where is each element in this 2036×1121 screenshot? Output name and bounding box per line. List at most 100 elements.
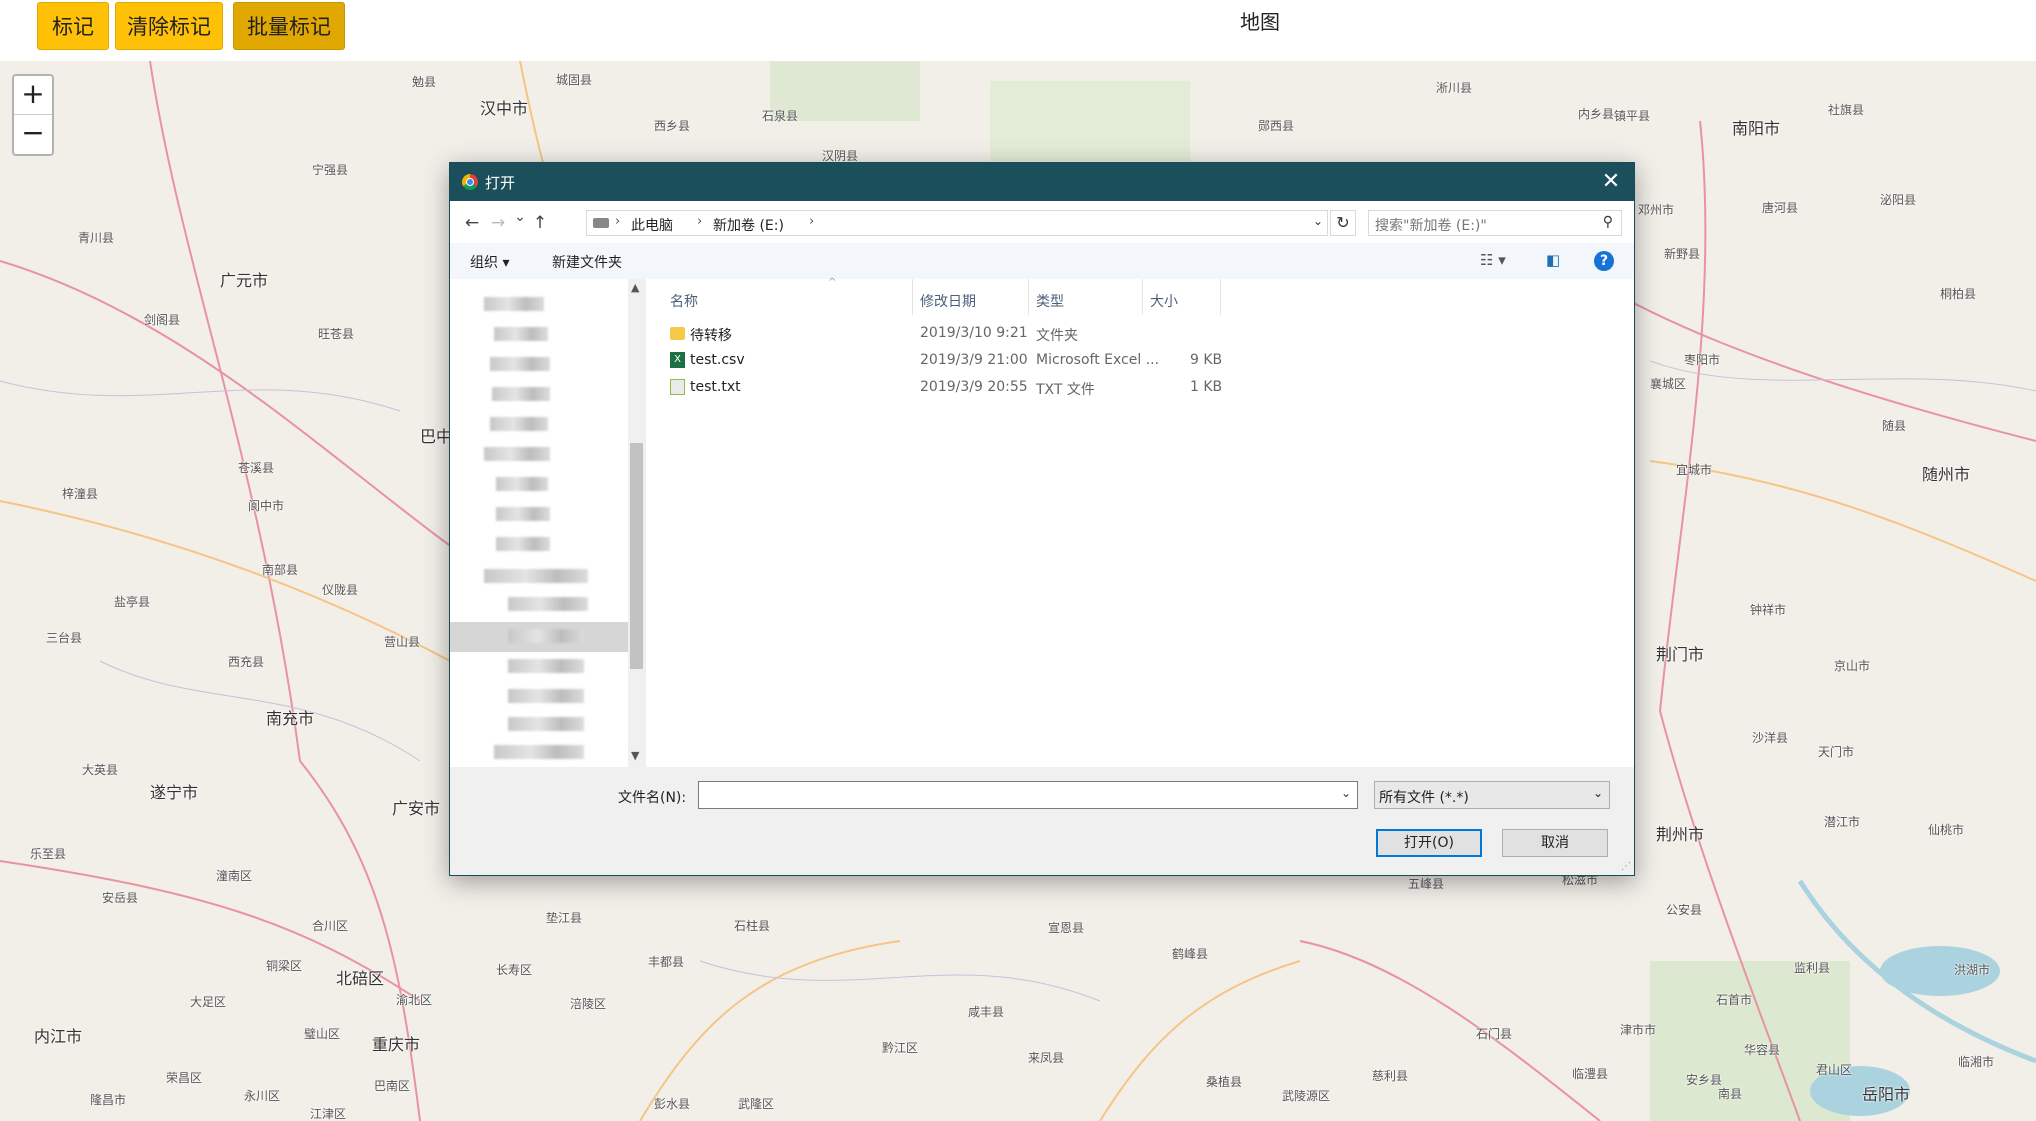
chevron-down-icon[interactable]: ⌄ xyxy=(1313,214,1323,228)
navigation-pane[interactable]: ▲ ▼ xyxy=(450,279,646,767)
column-header-name[interactable]: 名称 xyxy=(670,291,698,311)
map-label: 慈利县 xyxy=(1372,1069,1409,1083)
nav-scrollbar[interactable]: ▲ ▼ xyxy=(628,279,645,767)
map-label: 仪陇县 xyxy=(322,583,359,597)
map-label: 剑阁县 xyxy=(144,313,181,327)
chevron-right-icon: › xyxy=(809,214,815,229)
map-label: 安乡县 xyxy=(1686,1073,1723,1087)
map-label: 垫江县 xyxy=(546,911,583,925)
nav-item-blurred[interactable] xyxy=(492,387,550,401)
cancel-button[interactable]: 取消 xyxy=(1502,829,1608,857)
nav-item-blurred[interactable] xyxy=(508,717,584,731)
breadcrumb-this-pc[interactable]: 此电脑 xyxy=(631,215,673,235)
nav-item-blurred[interactable] xyxy=(494,327,548,341)
nav-item-blurred[interactable] xyxy=(508,629,584,643)
column-header-type[interactable]: 类型 xyxy=(1036,291,1064,311)
file-size: 9 KB xyxy=(1190,352,1223,368)
column-divider[interactable] xyxy=(912,279,913,315)
search-input[interactable]: 搜索"新加卷 (E:)" ⚲ xyxy=(1368,210,1622,236)
file-modified: 2019/3/9 20:55 xyxy=(920,379,1028,395)
map-label: 南县 xyxy=(1718,1087,1743,1101)
map-label: 临湘市 xyxy=(1958,1055,1995,1069)
resize-grip-icon[interactable]: ⋰ xyxy=(1621,861,1631,872)
close-icon[interactable]: ✕ xyxy=(1596,167,1626,197)
map-label: 岳阳市 xyxy=(1862,1085,1911,1104)
file-name: 待转移 xyxy=(690,328,732,344)
map-label: 彭水县 xyxy=(654,1097,691,1111)
map-label: 南部县 xyxy=(262,563,299,577)
nav-item-blurred[interactable] xyxy=(484,297,544,311)
recent-locations-icon[interactable]: ⌄ xyxy=(510,209,530,225)
chrome-icon xyxy=(462,174,478,190)
nav-item-blurred[interactable] xyxy=(508,659,584,673)
map-label: 鹤峰县 xyxy=(1172,947,1209,961)
zoom-in-button[interactable]: + xyxy=(14,76,52,115)
scroll-down-icon[interactable]: ▼ xyxy=(631,749,639,762)
zoom-out-button[interactable]: − xyxy=(14,115,52,153)
nav-item-blurred[interactable] xyxy=(490,417,548,431)
help-icon[interactable]: ? xyxy=(1594,251,1614,271)
map-label: 铜梁区 xyxy=(266,959,303,973)
map-label: 钟祥市 xyxy=(1750,603,1787,617)
nav-item-blurred[interactable] xyxy=(496,537,550,551)
address-bar[interactable]: › 此电脑 › 新加卷 (E:) › ⌄ xyxy=(586,210,1328,236)
chevron-down-icon[interactable]: ⌄ xyxy=(1341,786,1351,800)
map-label: 淅川县 xyxy=(1436,81,1473,95)
nav-item-blurred[interactable] xyxy=(496,507,550,521)
map-label: 梓潼县 xyxy=(62,487,99,501)
file-row[interactable]: 待转移 2019/3/10 9:21 文件夹 xyxy=(646,321,1634,347)
back-arrow-icon[interactable]: ← xyxy=(462,213,482,233)
mark-button[interactable]: 标记 xyxy=(37,2,109,50)
map-label: 广元市 xyxy=(220,271,269,290)
breadcrumb-drive-e[interactable]: 新加卷 (E:) xyxy=(713,215,784,235)
sort-arrow-icon: ^ xyxy=(828,277,837,288)
map-label: 苍溪县 xyxy=(238,461,275,475)
map-label: 城固县 xyxy=(556,73,593,87)
column-divider[interactable] xyxy=(1028,279,1029,315)
nav-item-blurred[interactable] xyxy=(508,689,584,703)
refresh-icon[interactable]: ↻ xyxy=(1330,210,1356,236)
up-arrow-icon[interactable]: ↑ xyxy=(530,213,550,233)
map-label: 汉中市 xyxy=(480,99,529,118)
preview-pane-icon[interactable]: ◧ xyxy=(1546,251,1560,269)
new-folder-button[interactable]: 新建文件夹 xyxy=(552,252,622,272)
nav-item-blurred[interactable] xyxy=(490,357,550,371)
column-header-size[interactable]: 大小 xyxy=(1150,291,1178,311)
map-label: 石柱县 xyxy=(734,919,771,933)
file-list: ^ 名称 修改日期 类型 大小 待转移 2019/3/10 9:21 文件夹 X… xyxy=(646,277,1634,767)
file-modified: 2019/3/10 9:21 xyxy=(920,325,1028,341)
map-label: 武陵源区 xyxy=(1282,1089,1331,1103)
map-label: 荣昌区 xyxy=(166,1071,203,1085)
map-label: 天门市 xyxy=(1818,745,1855,759)
nav-item-blurred[interactable] xyxy=(508,597,588,611)
view-options-icon[interactable]: ☷ ▾ xyxy=(1480,251,1506,269)
clear-marks-button[interactable]: 清除标记 xyxy=(115,2,223,50)
text-file-icon xyxy=(670,379,685,395)
nav-item-blurred[interactable] xyxy=(484,569,588,583)
map-label: 随州市 xyxy=(1922,465,1971,484)
map-label: 大英县 xyxy=(82,763,119,777)
column-header-modified[interactable]: 修改日期 xyxy=(920,291,976,311)
forward-arrow-icon[interactable]: → xyxy=(488,213,508,233)
open-button[interactable]: 打开(O) xyxy=(1376,829,1482,857)
drive-icon xyxy=(593,218,609,228)
file-row[interactable]: test.txt 2019/3/9 20:55 TXT 文件 1 KB xyxy=(646,375,1634,401)
organize-menu[interactable]: 组织 ▾ xyxy=(470,252,509,272)
file-row[interactable]: X test.csv 2019/3/9 21:00 Microsoft Exce… xyxy=(646,348,1634,374)
file-size: 1 KB xyxy=(1190,379,1223,395)
map-label: 三台县 xyxy=(46,631,83,645)
column-divider[interactable] xyxy=(1142,279,1143,315)
nav-item-blurred[interactable] xyxy=(494,745,584,759)
nav-item-blurred[interactable] xyxy=(484,447,550,461)
map-label: 咸丰县 xyxy=(968,1005,1005,1019)
filename-input[interactable]: ⌄ xyxy=(698,781,1358,809)
scrollbar-thumb[interactable] xyxy=(630,443,643,669)
filetype-select[interactable]: 所有文件 (*.*) ⌄ xyxy=(1374,781,1610,809)
batch-mark-button[interactable]: 批量标记 xyxy=(233,2,345,50)
column-divider[interactable] xyxy=(1220,279,1221,315)
map-label: 安岳县 xyxy=(102,891,139,905)
scroll-up-icon[interactable]: ▲ xyxy=(631,281,639,294)
nav-item-blurred[interactable] xyxy=(496,477,548,491)
chevron-down-icon[interactable]: ⌄ xyxy=(1593,786,1603,800)
map-label: 大足区 xyxy=(190,995,227,1009)
